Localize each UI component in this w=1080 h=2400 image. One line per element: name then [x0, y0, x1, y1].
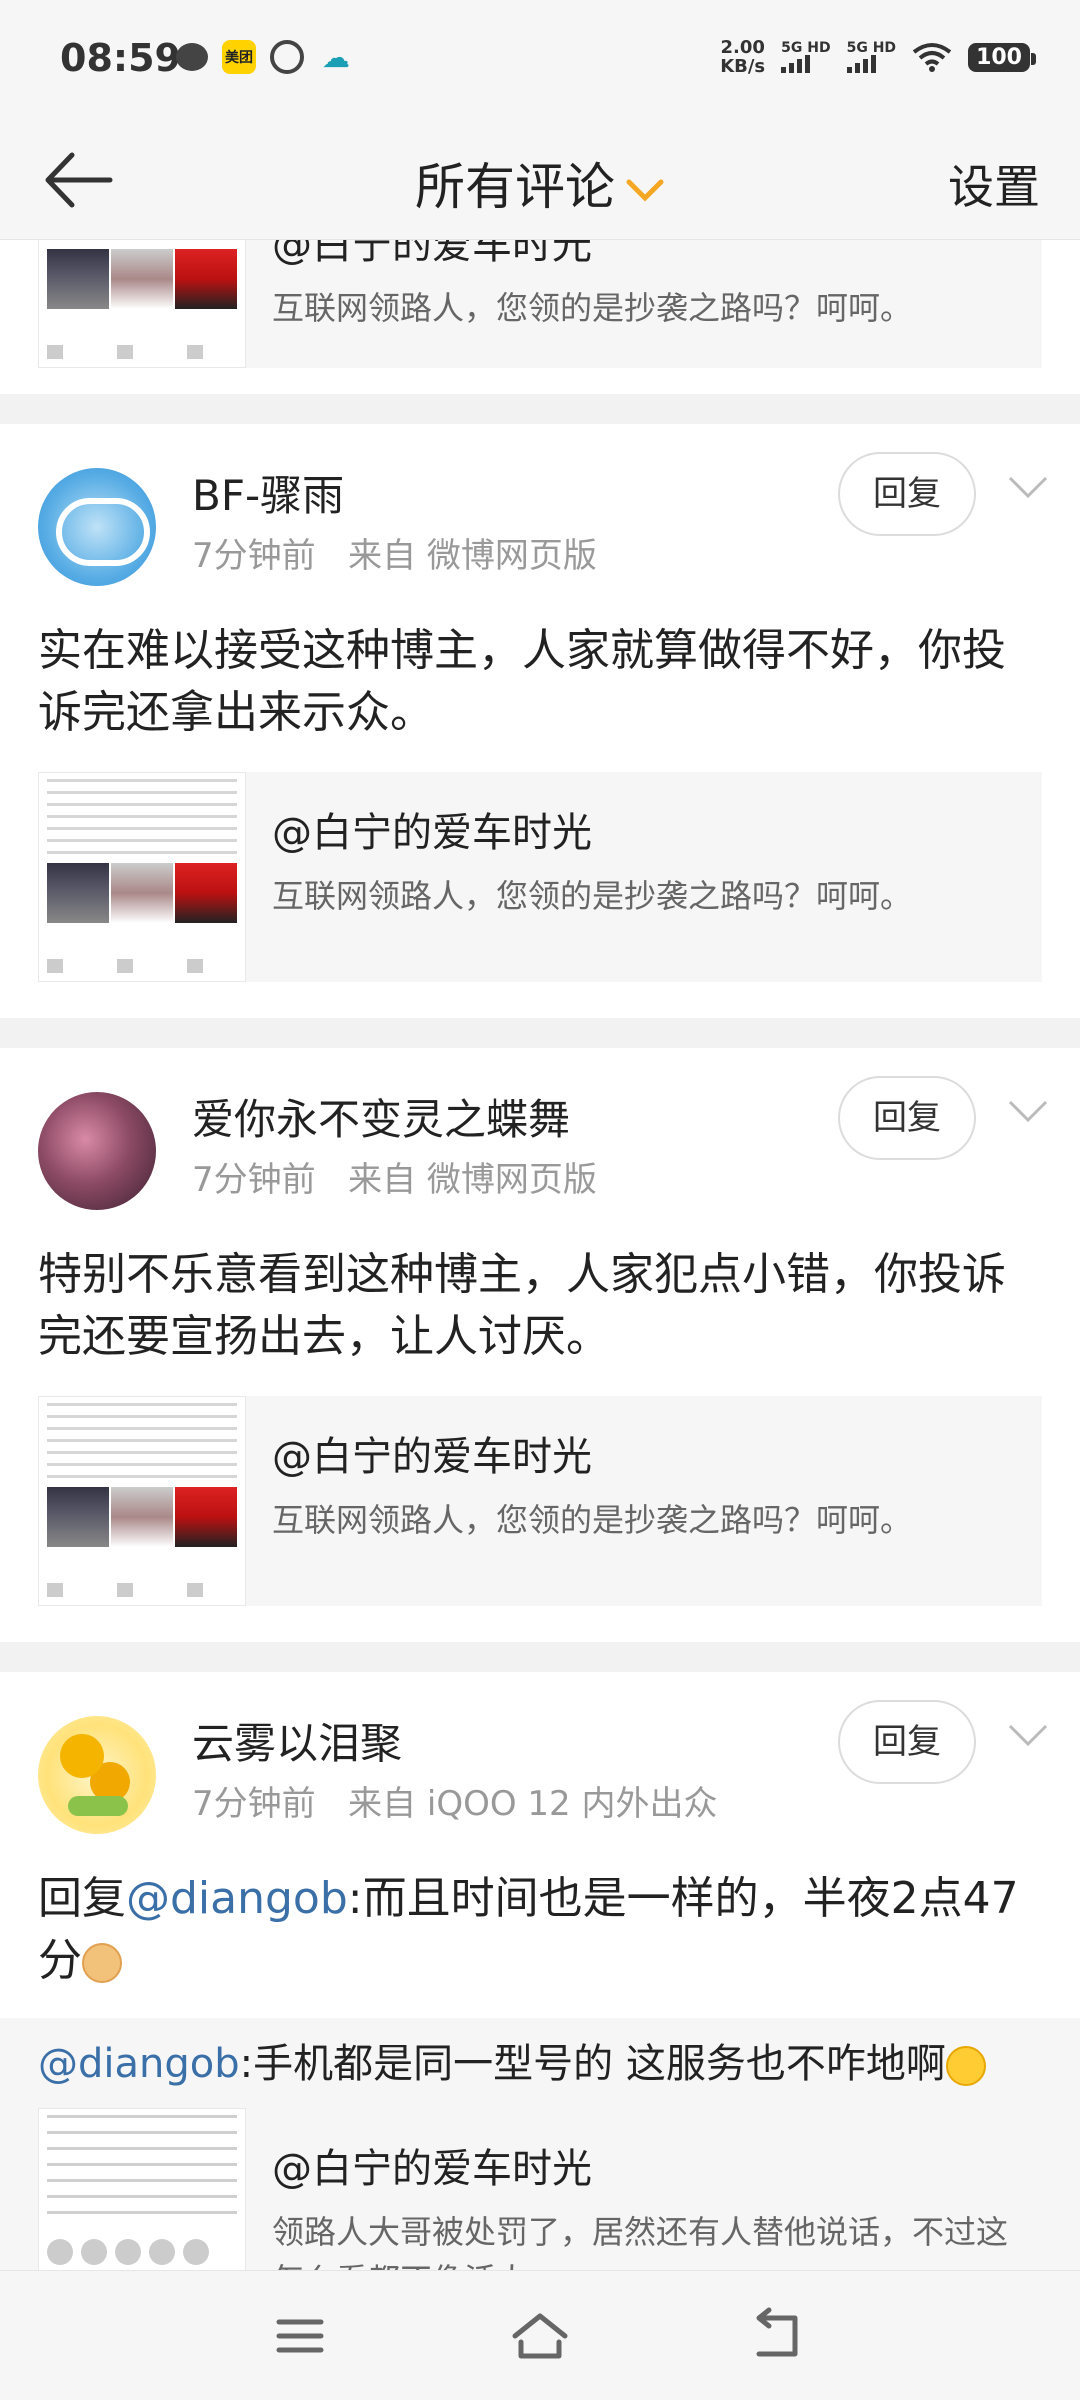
- doge-emoji-icon: [82, 1943, 122, 1983]
- signal-1-bars-icon: [781, 55, 811, 73]
- comment-item: BF-骤雨 7分钟前 来自 微博网页版 回复 实在难以接受这种博主，人家就算做得…: [0, 424, 1080, 1018]
- status-app-icons: 美团 ☁: [176, 40, 354, 74]
- comment-source: 来自 iQOO 12 内外出众: [348, 1784, 718, 1824]
- comment-author[interactable]: BF-骤雨: [192, 462, 344, 523]
- system-nav-bar: [0, 2270, 1080, 2400]
- comment-author[interactable]: 云雾以泪聚: [192, 1710, 402, 1771]
- mention-link[interactable]: @diangob: [126, 1873, 348, 1924]
- quoted-post[interactable]: @白宁的爱车时光 互联网领路人，您领的是抄袭之路吗？呵呵。: [38, 240, 1042, 368]
- quoted-post-text: 领路人大哥被处罚了，居然还有人替他说话，不过这怎么看都不像活人。: [272, 2213, 1009, 2270]
- battery-icon: 100: [968, 42, 1036, 72]
- page-title: 所有评论: [415, 158, 615, 216]
- quoted-post-thumbnail: [38, 1396, 246, 1606]
- divider: [0, 394, 1080, 424]
- quoted-post[interactable]: @白宁的爱车时光 领路人大哥被处罚了，居然还有人替他说话，不过这怎么看都不像活人…: [38, 2108, 1042, 2270]
- reply-button[interactable]: 回复: [838, 452, 976, 536]
- status-right: 2.00 KB/s 5G HD 5G HD 100: [720, 38, 1036, 76]
- laugh-emoji-icon: [945, 2046, 986, 2086]
- quoted-post-author: @白宁的爱车时光: [272, 2146, 592, 2192]
- wechat-icon: [176, 43, 208, 71]
- settings-button[interactable]: 设置: [948, 151, 1040, 217]
- status-time: 08:59: [60, 36, 181, 80]
- comment-meta: 7分钟前 来自 微博网页版: [192, 528, 597, 577]
- divider: [0, 1018, 1080, 1048]
- status-bar: 08:59 美团 ☁ 2.00 KB/s 5G HD 5G HD 100: [0, 0, 1080, 125]
- chevron-down-icon: [626, 179, 664, 202]
- menu-icon[interactable]: [265, 2306, 335, 2366]
- avatar[interactable]: [38, 1092, 156, 1210]
- wifi-icon: [912, 43, 952, 72]
- back-icon[interactable]: [745, 2306, 815, 2366]
- net-speed: 2.00 KB/s: [720, 38, 765, 76]
- quoted-post-thumbnail: [38, 240, 246, 368]
- reply-button[interactable]: 回复: [838, 1076, 976, 1160]
- comment-source: 来自 微博网页版: [348, 536, 597, 576]
- comment-item: 爱你永不变灵之蝶舞 7分钟前 来自 微博网页版 回复 特别不乐意看到这种博主，人…: [0, 1048, 1080, 1642]
- quoted-post-thumbnail: [38, 2108, 246, 2270]
- quoted-post-thumbnail: [38, 772, 246, 982]
- meituan-icon: 美团: [222, 40, 256, 74]
- home-icon[interactable]: [505, 2306, 575, 2366]
- sub-reply[interactable]: @diangob:手机都是同一型号的 这服务也不咋地啊 @白宁的爱车时光 领路人…: [0, 2018, 1080, 2270]
- ring-icon: [270, 40, 304, 74]
- reply-prefix: 回复: [38, 1873, 126, 1924]
- comment-time: 7分钟前: [192, 1160, 316, 1200]
- comment-time: 7分钟前: [192, 1784, 316, 1824]
- sub-reply-body: :手机都是同一型号的 这服务也不咋地啊: [239, 2041, 946, 2087]
- comment-list: @白宁的爱车时光 互联网领路人，您领的是抄袭之路吗？呵呵。 BF-骤雨 7分钟前…: [0, 240, 1080, 2270]
- signal-2-label: 5G HD: [846, 40, 897, 56]
- comment-time: 7分钟前: [192, 536, 316, 576]
- net-speed-value: 2.00: [720, 37, 765, 58]
- avatar[interactable]: [38, 1716, 156, 1834]
- comment-author[interactable]: 爱你永不变灵之蝶舞: [192, 1086, 570, 1147]
- comment-item: 云雾以泪聚 7分钟前 来自 iQOO 12 内外出众 回复 回复@diangob…: [0, 1672, 1080, 2270]
- avatar[interactable]: [38, 468, 156, 586]
- comment-meta: 7分钟前 来自 iQOO 12 内外出众: [192, 1776, 718, 1825]
- reply-button[interactable]: 回复: [838, 1700, 976, 1784]
- signal-1-label: 5G HD: [781, 40, 831, 56]
- quoted-post[interactable]: @白宁的爱车时光 互联网领路人，您领的是抄袭之路吗？呵呵。: [38, 772, 1042, 982]
- net-speed-unit: KB/s: [720, 56, 766, 77]
- comment-meta: 7分钟前 来自 微博网页版: [192, 1152, 597, 1201]
- divider: [0, 1642, 1080, 1672]
- quoted-post-author: @白宁的爱车时光: [272, 1434, 592, 1480]
- mention-link[interactable]: @diangob: [38, 2041, 240, 2087]
- quoted-post-text: 互联网领路人，您领的是抄袭之路吗？呵呵。: [272, 289, 913, 327]
- signal-2: 5G HD: [846, 40, 897, 73]
- signal-1: 5G HD: [781, 40, 831, 73]
- chevron-down-icon[interactable]: [1006, 472, 1050, 502]
- quoted-post-text: 互联网领路人，您领的是抄袭之路吗？呵呵。: [272, 1501, 913, 1539]
- quoted-post[interactable]: @白宁的爱车时光 互联网领路人，您领的是抄袭之路吗？呵呵。: [38, 1396, 1042, 1606]
- chevron-down-icon[interactable]: [1006, 1096, 1050, 1126]
- comment-source: 来自 微博网页版: [348, 1160, 597, 1200]
- comment-filter-dropdown[interactable]: 所有评论: [0, 147, 1080, 219]
- previous-comment-tail: @白宁的爱车时光 互联网领路人，您领的是抄袭之路吗？呵呵。: [0, 240, 1080, 394]
- cloud-icon: ☁: [322, 40, 350, 74]
- quoted-post-text: 互联网领路人，您领的是抄袭之路吗？呵呵。: [272, 877, 913, 915]
- quoted-post-author: @白宁的爱车时光: [272, 240, 592, 268]
- sub-reply-text: @diangob:手机都是同一型号的 这服务也不咋地啊: [38, 2036, 1042, 2108]
- signal-2-bars-icon: [846, 55, 876, 73]
- chevron-down-icon[interactable]: [1006, 1720, 1050, 1750]
- nav-bar: 所有评论 设置: [0, 125, 1080, 240]
- quoted-post-author: @白宁的爱车时光: [272, 810, 592, 856]
